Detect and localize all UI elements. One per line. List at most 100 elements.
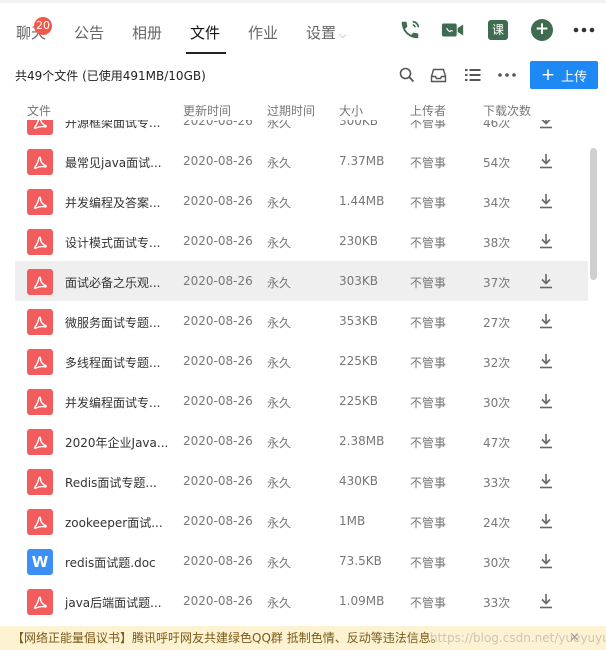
file-name[interactable]: 开源框架面试专...: [65, 120, 160, 131]
file-size: 1MB: [339, 514, 366, 528]
pdf-icon: [27, 149, 53, 175]
file-name[interactable]: Redis面试专题...: [65, 474, 157, 491]
file-expiry: 永久: [267, 436, 292, 450]
download-icon[interactable]: [538, 592, 554, 610]
file-row[interactable]: 并发编程面试专... 2020-08-26 永久 225KB 不管事 30次: [15, 381, 588, 421]
column-updated[interactable]: 更新时间: [183, 102, 231, 119]
add-app-icon[interactable]: +: [530, 18, 554, 42]
file-name[interactable]: 最常见java面试...: [65, 154, 162, 171]
file-row[interactable]: 微服务面试专题... 2020-08-26 永久 353KB 不管事 27次: [15, 301, 588, 341]
download-icon[interactable]: [538, 512, 554, 530]
plus-icon: +: [540, 64, 556, 85]
chevron-down-icon: ⌵: [339, 30, 347, 41]
file-row[interactable]: 并发编程及答案... 2020-08-26 永久 1.44MB 不管事 34次: [15, 181, 588, 221]
file-list-rows: 开源框架面试专... 2020-08-26 永久 300KB 不管事 46次最常见java…: [15, 120, 588, 640]
column-file[interactable]: 文件: [27, 102, 51, 119]
download-icon[interactable]: [538, 472, 554, 490]
file-size: 300KB: [339, 120, 379, 128]
download-icon[interactable]: [538, 120, 554, 130]
search-icon[interactable]: [396, 64, 418, 86]
inbox-icon[interactable]: [427, 64, 449, 86]
column-expiry[interactable]: 过期时间: [267, 102, 315, 119]
download-icon[interactable]: [538, 232, 554, 250]
file-name[interactable]: java后端面试题...: [65, 594, 162, 611]
notice-bar: 【网络正能量倡议书】腾讯呼吁网友共建绿色QQ群 抵制色情、反动等违法信息。 ht…: [0, 626, 606, 650]
file-row[interactable]: 2020年企业Java... 2020-08-26 永久 2.38MB 不管事 47次: [15, 421, 588, 461]
file-name[interactable]: 面试必备之乐观...: [65, 274, 160, 291]
course-icon[interactable]: 课: [486, 18, 510, 42]
column-downloads[interactable]: 下载次数: [483, 102, 531, 119]
group-tab-bar: 聊天 20 公告 相册 文件 作业 设置 ⌵ 课 +: [0, 4, 606, 54]
upload-button[interactable]: + 上传: [530, 61, 598, 89]
tab-announcements-label: 公告: [74, 24, 105, 42]
file-updated: 2020-08-26: [183, 594, 253, 608]
download-icon[interactable]: [538, 392, 554, 410]
file-row[interactable]: 设计模式面试专... 2020-08-26 永久 230KB 不管事 38次: [15, 221, 588, 261]
file-uploader: 不管事: [410, 396, 447, 410]
file-name[interactable]: 并发编程及答案...: [65, 194, 160, 211]
file-uploader: 不管事: [410, 556, 447, 570]
column-uploader[interactable]: 上传者: [410, 102, 446, 119]
active-tab-underline: [186, 52, 226, 54]
file-name[interactable]: 2020年企业Java...: [65, 434, 168, 451]
file-table-header: 文件 更新时间 过期时间 大小 上传者 下载次数: [15, 100, 588, 120]
file-expiry: 永久: [267, 236, 292, 250]
file-name[interactable]: 设计模式面试专...: [65, 234, 160, 251]
file-row[interactable]: Wredis面试题.doc 2020-08-26 永久 73.5KB 不管事 30次: [15, 541, 588, 581]
phone-call-icon[interactable]: [398, 18, 422, 42]
download-icon[interactable]: [538, 312, 554, 330]
close-icon[interactable]: ×: [569, 626, 580, 650]
file-updated: 2020-08-26: [183, 314, 253, 328]
file-expiry: 永久: [267, 396, 292, 410]
scrollbar-thumb[interactable]: [590, 148, 597, 280]
file-updated: 2020-08-26: [183, 154, 253, 168]
file-updated: 2020-08-26: [183, 234, 253, 248]
file-name[interactable]: zookeeper面试...: [65, 514, 163, 531]
file-row[interactable]: 最常见java面试... 2020-08-26 永久 7.37MB 不管事 54次: [15, 141, 588, 181]
download-icon[interactable]: [538, 272, 554, 290]
file-row[interactable]: 开源框架面试专... 2020-08-26 永久 300KB 不管事 46次: [15, 120, 588, 141]
list-view-icon[interactable]: [462, 64, 484, 86]
file-name[interactable]: 多线程面试专题...: [65, 354, 160, 371]
more-icon[interactable]: [496, 64, 518, 86]
file-updated: 2020-08-26: [183, 274, 253, 288]
file-uploader: 不管事: [410, 316, 447, 330]
file-download-count: 30次: [483, 556, 511, 570]
file-expiry: 永久: [267, 476, 292, 490]
tab-announcements[interactable]: 公告: [74, 22, 104, 43]
file-download-count: 37次: [483, 276, 511, 290]
file-name[interactable]: 并发编程面试专...: [65, 394, 160, 411]
tab-homework[interactable]: 作业: [248, 22, 278, 43]
file-row[interactable]: Redis面试专题... 2020-08-26 永久 430KB 不管事 33次: [15, 461, 588, 501]
file-size: 230KB: [339, 234, 379, 248]
file-row[interactable]: 多线程面试专题... 2020-08-26 永久 225KB 不管事 32次: [15, 341, 588, 381]
file-uploader: 不管事: [410, 276, 447, 290]
file-expiry: 永久: [267, 596, 292, 610]
video-call-icon[interactable]: [441, 18, 465, 42]
download-icon[interactable]: [538, 352, 554, 370]
tab-settings[interactable]: 设置 ⌵: [306, 22, 347, 43]
column-size[interactable]: 大小: [339, 102, 363, 119]
file-uploader: 不管事: [410, 476, 447, 490]
file-expiry: 永久: [267, 276, 292, 290]
file-updated: 2020-08-26: [183, 194, 253, 208]
file-list: 开源框架面试专... 2020-08-26 永久 300KB 不管事 46次最常见java…: [15, 120, 588, 640]
notice-text[interactable]: 【网络正能量倡议书】腾讯呼吁网友共建绿色QQ群 抵制色情、反动等违法信息。: [12, 631, 443, 645]
tab-files[interactable]: 文件: [190, 22, 220, 43]
download-icon[interactable]: [538, 552, 554, 570]
file-name[interactable]: redis面试题.doc: [65, 554, 156, 571]
chat-unread-badge: 20: [34, 17, 52, 35]
file-row[interactable]: java后端面试题... 2020-08-26 永久 1.09MB 不管事 33次: [15, 581, 588, 621]
tab-album[interactable]: 相册: [132, 22, 162, 43]
file-size: 353KB: [339, 314, 379, 328]
download-icon[interactable]: [538, 192, 554, 210]
file-row[interactable]: 面试必备之乐观... 2020-08-26 永久 303KB 不管事 37次: [15, 261, 588, 301]
file-row[interactable]: zookeeper面试... 2020-08-26 永久 1MB 不管事 24次: [15, 501, 588, 541]
file-size: 225KB: [339, 354, 379, 368]
download-icon[interactable]: [538, 432, 554, 450]
file-download-count: 24次: [483, 516, 511, 530]
file-uploader: 不管事: [410, 236, 447, 250]
file-name[interactable]: 微服务面试专题...: [65, 314, 160, 331]
download-icon[interactable]: [538, 152, 554, 170]
more-options-icon[interactable]: [572, 18, 596, 42]
